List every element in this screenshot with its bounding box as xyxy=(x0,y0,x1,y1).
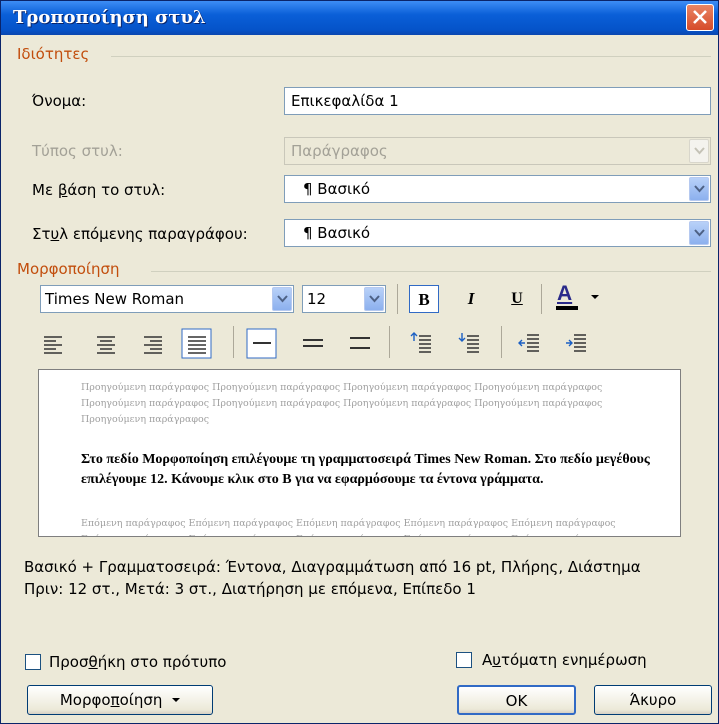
toolbar-separator xyxy=(397,284,398,314)
italic-button[interactable]: I xyxy=(456,285,486,313)
formatting-group-label: Μορφοποίηση xyxy=(17,260,120,278)
based-on-value: ¶ Βασικό xyxy=(303,180,371,198)
based-on-label: Με βάση το στυλ: xyxy=(32,181,166,199)
dialog-title: Τροποποίηση στυλ xyxy=(13,7,206,28)
next-style-value: ¶ Βασικό xyxy=(303,224,371,242)
font-color-button[interactable]: A xyxy=(551,282,603,311)
line-spacing-onehalf-icon xyxy=(303,339,323,347)
font-color-icon: A xyxy=(557,282,573,305)
format-menu-button[interactable]: Μορφοποίηση xyxy=(27,685,213,715)
align-center-icon xyxy=(97,336,115,354)
name-input[interactable]: Επικεφαλίδα 1 xyxy=(284,87,711,115)
close-button[interactable] xyxy=(686,4,714,31)
chevron-down-icon xyxy=(172,698,181,702)
based-on-select[interactable]: ¶ Βασικό xyxy=(284,175,711,203)
space-before-increase-icon xyxy=(410,332,431,353)
style-type-value: Παράγραφος xyxy=(291,142,388,160)
font-select[interactable]: Times New Roman xyxy=(40,285,294,313)
style-type-label: Τύπος στυλ: xyxy=(32,142,123,160)
bold-button[interactable]: B xyxy=(409,285,439,313)
style-description-line-2: Πριν: 12 στ., Μετά: 3 στ., Διατήρηση με … xyxy=(24,580,476,598)
line-spacing-double-icon xyxy=(350,337,370,349)
preview-next-paragraph: Επόμενη παράγραφος Επόμενη παράγραφος Επ… xyxy=(81,518,616,536)
font-color-swatch xyxy=(556,306,578,310)
increase-indent-icon xyxy=(566,334,586,352)
space-before-decrease-icon xyxy=(458,333,479,353)
format-menu-label: Μορφοποίηση xyxy=(59,691,163,709)
ok-button[interactable]: OK xyxy=(457,685,576,715)
modify-style-dialog: Τροποποίηση στυλ Ιδιότητες Όνομα: Επικεφ… xyxy=(0,0,719,724)
chevron-down-icon[interactable] xyxy=(364,287,384,311)
close-icon xyxy=(693,10,707,24)
add-to-template-label[interactable]: Προσθήκη στο πρότυπο xyxy=(49,653,226,671)
style-type-select: Παράγραφος xyxy=(284,137,711,165)
preview-sample-text: Στο πεδίο Μορφοποίηση επιλέγουμε τη γραμ… xyxy=(81,452,650,487)
next-style-label: Στυλ επόμενης παραγράφου: xyxy=(32,225,248,243)
chevron-down-icon[interactable] xyxy=(689,221,709,245)
chevron-down-icon[interactable] xyxy=(272,287,292,311)
paragraph-toolbar xyxy=(44,326,586,359)
auto-update-checkbox[interactable] xyxy=(456,652,472,668)
properties-divider xyxy=(111,56,711,57)
chevron-down-icon xyxy=(689,139,709,163)
toolbar-separator xyxy=(541,284,542,314)
style-description-line-1: Βασικό + Γραμματοσειρά: Έντονα, Διαγραμμ… xyxy=(24,558,641,576)
align-left-icon xyxy=(44,336,62,354)
decrease-indent-icon xyxy=(518,334,539,352)
properties-group-label: Ιδιότητες xyxy=(17,45,90,63)
chevron-down-icon xyxy=(591,295,599,299)
cancel-button[interactable]: Άκυρο xyxy=(594,685,712,715)
align-right-icon xyxy=(144,336,162,354)
add-to-template-checkbox[interactable] xyxy=(25,654,41,670)
size-select[interactable]: 12 xyxy=(302,285,386,313)
font-value: Times New Roman xyxy=(45,290,185,308)
chevron-down-icon[interactable] xyxy=(689,177,709,201)
size-value: 12 xyxy=(307,290,327,308)
underline-button[interactable]: U xyxy=(502,285,532,313)
preview-previous-paragraph: Προηγούμενη παράγραφος Προηγούμενη παράγ… xyxy=(81,382,603,425)
next-style-select[interactable]: ¶ Βασικό xyxy=(284,219,711,247)
name-label: Όνομα: xyxy=(32,92,87,110)
style-preview: Προηγούμενη παράγραφος Προηγούμενη παράγ… xyxy=(38,369,681,537)
style-description: Βασικό + Γραμματοσειρά: Έντονα, Διαγραμμ… xyxy=(24,556,714,600)
formatting-divider xyxy=(151,271,711,272)
auto-update-label[interactable]: Αυτόματη ενημέρωση xyxy=(482,651,647,669)
title-bar[interactable]: Τροποποίηση στυλ xyxy=(1,1,718,35)
